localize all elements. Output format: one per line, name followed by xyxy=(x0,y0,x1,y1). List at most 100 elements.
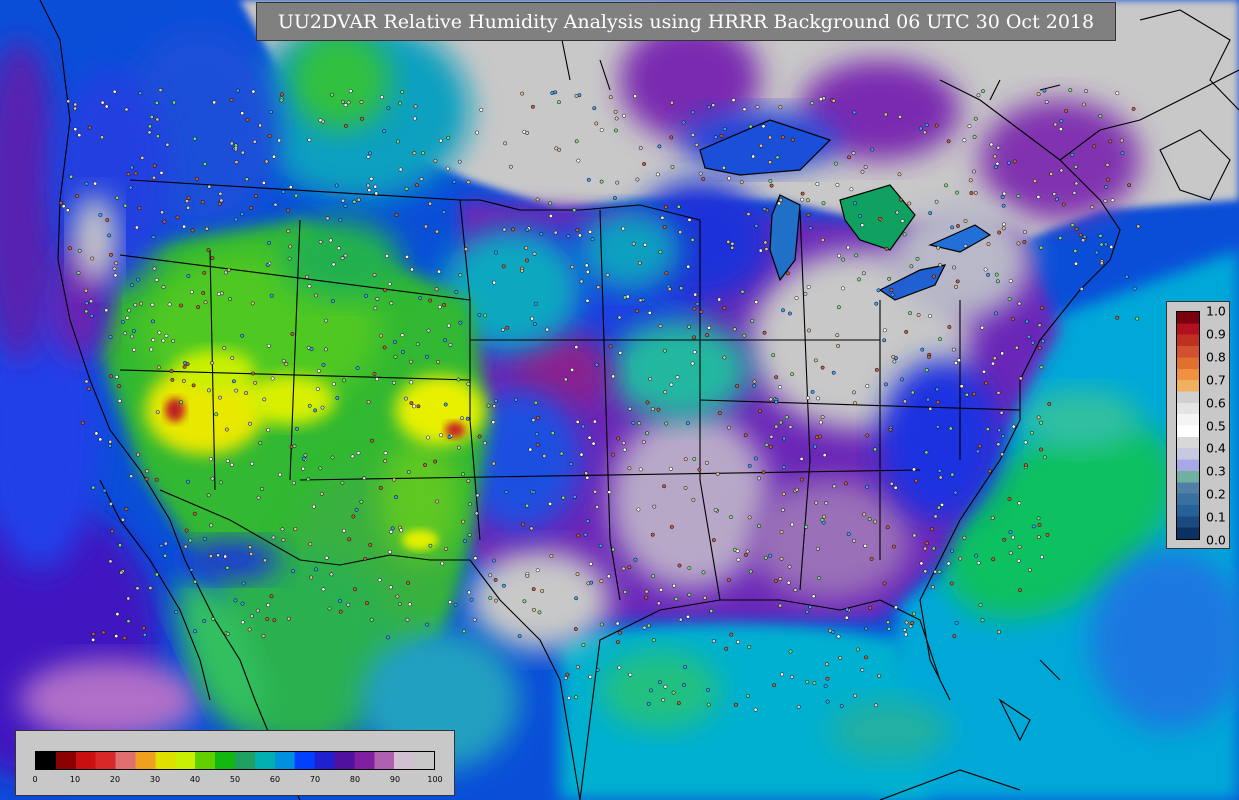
station-dot xyxy=(889,288,894,293)
station-dot xyxy=(144,477,149,482)
station-dot xyxy=(318,118,323,123)
station-dot xyxy=(996,390,1001,395)
station-dot xyxy=(229,462,234,467)
station-dot xyxy=(736,557,741,562)
station-dot xyxy=(529,526,534,531)
station-dot xyxy=(84,181,89,186)
station-dot xyxy=(330,299,335,304)
station-dot xyxy=(341,99,345,104)
station-dot xyxy=(307,284,312,289)
station-dot xyxy=(1052,192,1057,196)
station-dot xyxy=(924,541,929,546)
station-dot xyxy=(724,646,729,651)
station-dot xyxy=(735,549,740,553)
station-dot xyxy=(762,207,767,212)
station-dot xyxy=(780,135,785,140)
station-dot xyxy=(815,435,820,440)
station-dot xyxy=(493,250,498,255)
station-dot xyxy=(588,561,593,566)
station-dot xyxy=(936,245,941,250)
station-dot xyxy=(861,271,866,276)
station-dot xyxy=(687,217,692,222)
station-dot xyxy=(628,672,633,677)
station-dot xyxy=(752,383,757,388)
station-dot xyxy=(852,201,857,206)
station-dot xyxy=(124,507,129,511)
station-dot xyxy=(1058,236,1063,240)
station-dot xyxy=(627,565,632,570)
station-dot xyxy=(692,335,697,340)
station-dot xyxy=(868,605,873,610)
station-dot xyxy=(1016,194,1021,198)
station-dot xyxy=(931,274,936,279)
station-dot xyxy=(637,421,642,426)
station-dot xyxy=(1039,420,1044,425)
station-dot xyxy=(77,133,82,138)
station-dot xyxy=(729,632,734,637)
station-dot xyxy=(409,401,414,406)
station-dot xyxy=(1036,535,1041,539)
station-dot xyxy=(888,427,893,432)
station-dot xyxy=(563,676,568,680)
station-dot xyxy=(392,340,397,344)
station-dot xyxy=(997,630,1001,634)
station-dot xyxy=(605,273,610,277)
station-dot xyxy=(437,269,441,274)
station-dot xyxy=(185,362,190,367)
station-dot xyxy=(778,105,783,110)
station-dot xyxy=(1029,430,1034,435)
station-dot xyxy=(912,467,916,472)
station-dot xyxy=(924,123,929,127)
station-dot xyxy=(937,569,942,574)
station-dot xyxy=(395,139,400,144)
station-dot xyxy=(924,368,929,373)
increment-colorbar: 1.0 0.9 0.8 0.7 0.6 0.5 0.4 0.3 0.2 0.1 0.0 xyxy=(1166,301,1230,549)
station-dot xyxy=(154,477,159,482)
station-dot xyxy=(352,587,357,592)
station-dot xyxy=(908,311,913,316)
station-dot xyxy=(855,647,860,652)
station-dot xyxy=(114,374,119,379)
station-dot xyxy=(735,384,740,388)
station-dot xyxy=(1090,205,1095,210)
station-dot xyxy=(959,384,964,389)
station-dot xyxy=(1072,190,1077,195)
station-dot xyxy=(108,559,113,564)
station-dot xyxy=(383,288,387,293)
station-dot xyxy=(307,137,312,142)
station-dot xyxy=(1000,452,1005,457)
station-dot xyxy=(985,427,990,432)
station-dot xyxy=(877,216,882,221)
station-dot xyxy=(132,347,137,352)
station-dot xyxy=(447,435,452,440)
station-dot xyxy=(219,291,224,296)
station-dot xyxy=(561,495,566,500)
station-dot xyxy=(109,374,114,379)
station-dot xyxy=(895,210,900,215)
station-dot xyxy=(93,181,98,186)
station-dot xyxy=(1044,99,1049,104)
station-dot xyxy=(1039,365,1044,370)
station-dot xyxy=(763,240,768,245)
station-dot xyxy=(928,314,932,318)
station-dot xyxy=(656,601,661,606)
station-dot xyxy=(831,630,836,634)
station-dot xyxy=(815,182,820,186)
station-dot xyxy=(976,560,981,565)
station-dot xyxy=(503,141,508,146)
station-dot xyxy=(613,109,618,114)
station-dot xyxy=(266,428,271,432)
station-dot xyxy=(717,411,722,416)
station-dot xyxy=(747,463,752,468)
station-dot xyxy=(59,201,63,205)
station-dot xyxy=(148,586,153,590)
station-dot xyxy=(387,549,392,554)
station-dot xyxy=(953,490,958,495)
rh-colorbar-tick: 0 xyxy=(32,775,38,784)
station-dot xyxy=(291,569,295,574)
station-dot xyxy=(849,187,854,192)
station-dot xyxy=(271,535,276,540)
station-dot xyxy=(763,555,768,560)
station-dot xyxy=(292,444,297,449)
station-dot xyxy=(839,704,844,708)
